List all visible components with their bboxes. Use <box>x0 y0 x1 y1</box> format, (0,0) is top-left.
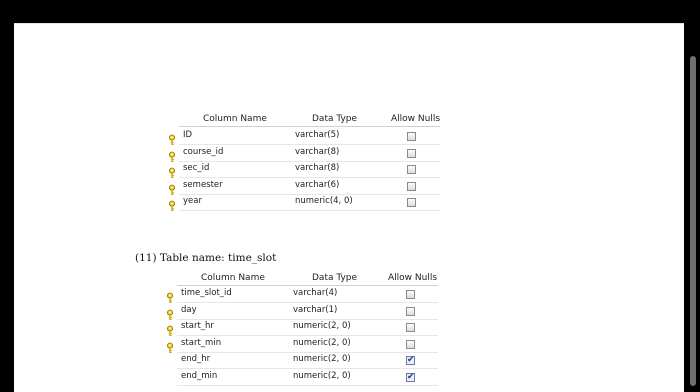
row-selector[interactable] <box>163 287 177 303</box>
data-type-header: Data Type <box>312 114 358 124</box>
data-type-cell[interactable]: numeric(4, 0) <box>295 196 353 206</box>
data-type-cell[interactable]: varchar(8) <box>295 147 339 157</box>
allow-nulls-checkbox[interactable] <box>406 339 415 349</box>
table-designer-1: Column Name Data Type Allow Nulls ID varc… <box>165 112 440 212</box>
allow-nulls-checkbox[interactable] <box>407 132 416 141</box>
allow-nulls-checkbox[interactable] <box>407 198 416 207</box>
column-name-cell[interactable]: start_hr <box>181 321 214 331</box>
column-name-header: Column Name <box>201 273 265 283</box>
row-selector[interactable] <box>165 162 179 178</box>
allow-nulls-checkbox[interactable] <box>407 148 416 158</box>
check-icon: ✔ <box>407 355 415 365</box>
row-selector[interactable] <box>163 337 177 353</box>
row-selector[interactable] <box>163 353 177 369</box>
allow-nulls-checkbox[interactable]: ✔ <box>406 371 415 382</box>
allow-nulls-checkbox[interactable] <box>407 181 416 191</box>
table-row[interactable]: semester varchar(6) <box>165 179 440 195</box>
data-type-cell[interactable]: numeric(2, 0) <box>293 338 351 348</box>
key-icon <box>166 148 178 162</box>
data-type-header: Data Type <box>312 273 358 283</box>
key-icon <box>164 322 176 336</box>
data-type-cell[interactable]: varchar(4) <box>293 288 337 298</box>
data-type-cell[interactable]: numeric(2, 0) <box>293 371 351 381</box>
table-row[interactable]: course_id varchar(8) <box>165 146 440 162</box>
allow-nulls-checkbox[interactable] <box>406 306 415 316</box>
key-icon <box>164 289 176 303</box>
check-icon: ✔ <box>407 371 415 382</box>
key-icon <box>166 164 178 178</box>
table-row[interactable]: start_hr numeric(2, 0) <box>163 320 438 336</box>
table-row[interactable]: year numeric(4, 0) <box>165 195 440 211</box>
allow-nulls-checkbox[interactable] <box>406 290 415 299</box>
column-name-cell[interactable]: year <box>183 196 202 206</box>
data-type-cell[interactable]: varchar(5) <box>295 130 339 140</box>
data-type-cell[interactable]: numeric(2, 0) <box>293 321 351 331</box>
data-type-cell[interactable]: varchar(8) <box>295 163 339 173</box>
column-name-cell[interactable]: end_min <box>181 371 217 381</box>
data-type-cell[interactable]: varchar(6) <box>295 180 339 190</box>
allow-nulls-checkbox[interactable] <box>406 323 415 332</box>
column-name-cell[interactable]: course_id <box>183 147 223 157</box>
row-selector[interactable] <box>163 304 177 320</box>
row-selector[interactable] <box>163 370 177 386</box>
row-selector[interactable] <box>163 320 177 336</box>
allow-nulls-header: Allow Nulls <box>391 114 441 124</box>
column-name-cell[interactable]: ID <box>183 130 192 140</box>
allow-nulls-header: Allow Nulls <box>388 273 438 283</box>
column-name-cell[interactable]: end_hr <box>181 354 210 364</box>
table-row[interactable]: end_hr numeric(2, 0) ✔ <box>163 353 438 369</box>
row-selector[interactable] <box>165 146 179 162</box>
column-name-cell[interactable]: semester <box>183 180 223 190</box>
row-selector[interactable] <box>165 195 179 211</box>
table-caption: (11) Table name: time_slot <box>135 252 277 264</box>
table-row[interactable]: start_min numeric(2, 0) <box>163 337 438 353</box>
column-name-cell[interactable]: start_min <box>181 338 221 348</box>
table-row[interactable]: time_slot_id varchar(4) <box>163 287 438 303</box>
column-name-header: Column Name <box>203 114 267 124</box>
key-icon <box>166 131 178 145</box>
header-divider <box>179 126 440 127</box>
row-divider <box>179 210 440 211</box>
key-icon <box>164 339 176 353</box>
key-icon <box>166 181 178 195</box>
table-designer-2: Column Name Data Type Allow Nulls time_s… <box>163 271 438 391</box>
column-name-cell[interactable]: day <box>181 305 197 315</box>
data-type-cell[interactable]: numeric(2, 0) <box>293 354 351 364</box>
table-row[interactable]: day varchar(1) <box>163 304 438 320</box>
row-divider <box>177 384 438 386</box>
header-divider <box>177 285 438 286</box>
key-icon <box>166 197 178 211</box>
table-row[interactable]: sec_id varchar(8) <box>165 162 440 178</box>
column-name-cell[interactable]: time_slot_id <box>181 288 232 298</box>
allow-nulls-checkbox[interactable]: ✔ <box>406 355 415 365</box>
row-selector[interactable] <box>165 129 179 145</box>
row-selector[interactable] <box>165 179 179 195</box>
table-row[interactable]: end_min numeric(2, 0) ✔ <box>163 370 438 386</box>
data-type-cell[interactable]: varchar(1) <box>293 305 337 315</box>
column-name-cell[interactable]: sec_id <box>183 163 209 173</box>
allow-nulls-checkbox[interactable] <box>407 165 416 174</box>
scrollbar-thumb[interactable] <box>690 56 696 386</box>
key-icon <box>164 306 176 320</box>
table-row[interactable]: ID varchar(5) <box>165 129 440 145</box>
